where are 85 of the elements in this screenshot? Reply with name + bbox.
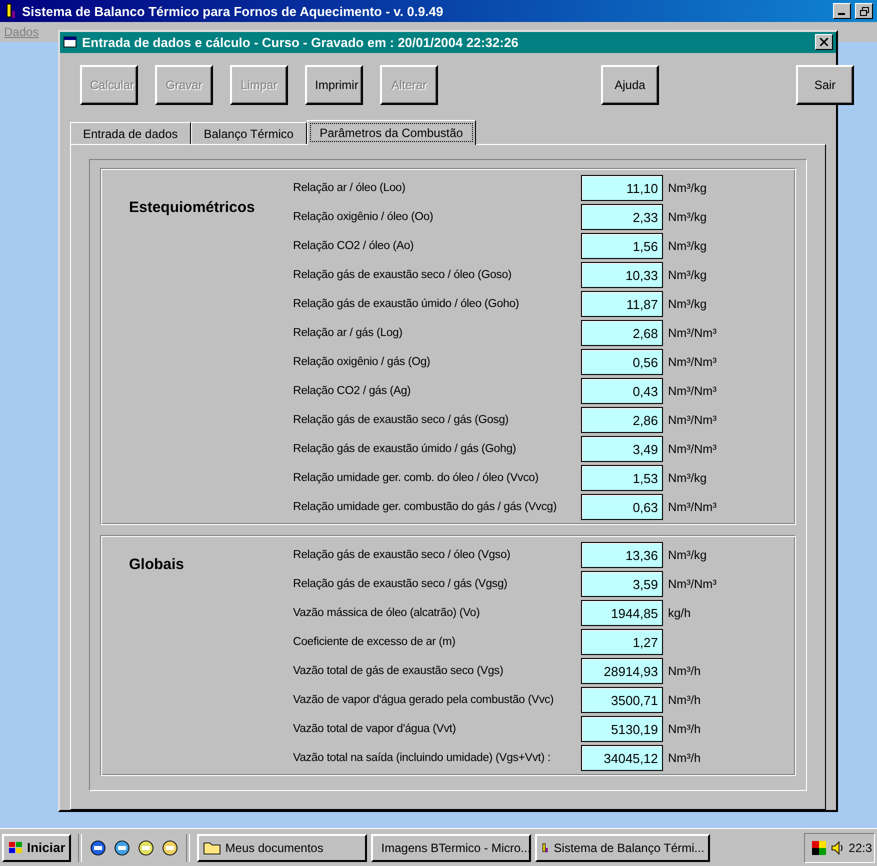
field-label: Vazão total de gás de exaustão seco (Vgs) [293, 665, 504, 677]
minimize-button[interactable] [833, 3, 851, 19]
field-label: Relação gás de exaustão seco / óleo (Vgso) [293, 549, 512, 561]
field-label: Relação oxigênio / gás (Og) [293, 356, 432, 368]
unit-label: Nm³/Nm³ [668, 577, 717, 591]
window-title: Sistema de Balanco Térmico para Fornos de Aquecimento - v. 0.9.49 [22, 4, 444, 18]
speaker-icon[interactable] [830, 840, 845, 854]
field-label: Relação gás de exaustão seco / gás (Vgsg) [293, 578, 508, 590]
value-field[interactable]: 11,87 [581, 291, 663, 317]
value-field[interactable]: 2,33 [581, 204, 663, 230]
toolbar-button[interactable]: Imprimir [305, 65, 363, 106]
tab[interactable]: Entrada de dados [70, 122, 191, 144]
field-label: Relação ar / gás (Log) [293, 327, 404, 339]
value-field[interactable]: 0,56 [581, 349, 663, 375]
value-field[interactable]: 1944,85 [581, 600, 663, 626]
field-label: Vazão mássica de óleo (alcatrão) (Vo) [293, 607, 481, 619]
unit-label: Nm³/kg [668, 239, 707, 253]
unit-label: Nm³/Nm³ [668, 384, 717, 398]
field-label: Relação ar / óleo (Loo) [293, 182, 406, 194]
unit-label: Nm³/h [668, 722, 701, 736]
unit-label: Nm³/Nm³ [668, 413, 717, 427]
field-label: Relação gás de exaustão úmido / óleo (Goho) [293, 298, 520, 310]
field-label: Coeficiente de excesso de ar (m) [293, 636, 456, 648]
unit-label: Nm³/Nm³ [668, 326, 717, 340]
windows-flag-icon [8, 840, 24, 854]
unit-label: Nm³/h [668, 693, 701, 707]
value-field[interactable]: 1,53 [581, 465, 663, 491]
value-field[interactable]: 1,27 [581, 629, 663, 655]
taskbar-button[interactable]: Sistema de Balanço Térmi... [535, 834, 710, 862]
field-label: Relação gás de exaustão seco / óleo (Goso) [293, 269, 513, 281]
field-label: Relação CO2 / óleo (Ao) [293, 240, 415, 252]
taskbar-button[interactable]: Meus documentos [197, 834, 368, 862]
field-label: Relação gás de exaustão seco / gás (Gosg) [293, 414, 510, 426]
value-field[interactable]: 2,86 [581, 407, 663, 433]
section-title: Globais [129, 555, 186, 575]
network-icon [810, 840, 827, 856]
field-label: Relação umidade ger. combustão do gás / gás (Vvcg) [293, 501, 558, 513]
unit-label: Nm³/kg [668, 181, 707, 195]
field-label: Relação oxigênio / óleo (Oo) [293, 211, 434, 223]
section-title: Estequiométricos [129, 198, 256, 218]
field-label: Relação CO2 / gás (Ag) [293, 385, 412, 397]
unit-label: Nm³/Nm³ [668, 355, 717, 369]
value-field[interactable]: 13,36 [581, 542, 663, 568]
restore-button[interactable] [855, 3, 873, 19]
toolbar-button[interactable]: Ajuda [601, 65, 659, 106]
field-label: Relação umidade ger. comb. do óleo / óleo (Vvco) [293, 472, 540, 484]
unit-label: Nm³/kg [668, 210, 707, 224]
value-field[interactable]: 28914,93 [581, 658, 663, 684]
taskbar-button[interactable]: Imagens BTermico - Micro... [371, 834, 532, 862]
value-field[interactable]: 34045,12 [581, 745, 663, 771]
unit-label: Nm³/kg [668, 297, 707, 311]
value-field[interactable]: 1,56 [581, 233, 663, 259]
field-label: Relação gás de exaustão úmido / gás (Gohg) [293, 443, 518, 455]
value-field[interactable]: 0,43 [581, 378, 663, 404]
folder-icon [203, 840, 222, 854]
clock: 22:3 [848, 840, 872, 854]
value-field[interactable]: 10,33 [581, 262, 663, 288]
start-button[interactable]: Iniciar [2, 834, 72, 862]
toolbar-button[interactable]: Sair [796, 65, 854, 106]
unit-label: Nm³/Nm³ [668, 500, 717, 514]
close-button[interactable] [815, 34, 833, 50]
value-field[interactable]: 3,49 [581, 436, 663, 462]
window-icon [63, 36, 77, 48]
restore-icon [860, 6, 868, 16]
value-field[interactable]: 2,68 [581, 320, 663, 346]
unit-label: Nm³/kg [668, 548, 707, 562]
tab[interactable]: Balanço Térmico [190, 122, 307, 144]
dialog-title: Entrada de dados e cálculo - Curso - Gravado em : 20/01/2004 22:32:26 [82, 34, 520, 50]
value-field[interactable]: 0,63 [581, 494, 663, 520]
field-label: Vazão de vapor d'água gerado pela combustão (Vvc) [293, 694, 555, 706]
value-field[interactable]: 3,59 [581, 571, 663, 597]
value-field[interactable]: 11,10 [581, 175, 663, 201]
unit-label: Nm³/h [668, 664, 701, 678]
field-label: Vazão total na saída (incluindo umidade) (Vgs+Vvt) : [293, 752, 552, 764]
value-field[interactable]: 5130,19 [581, 716, 663, 742]
unit-label: Nm³/Nm³ [668, 442, 717, 456]
unit-label: Nm³/kg [668, 471, 707, 485]
field-label: Vazão total de vapor d'água (Vvt) [293, 723, 457, 735]
close-icon [820, 38, 828, 46]
value-field[interactable]: 3500,71 [581, 687, 663, 713]
unit-label: kg/h [668, 606, 691, 620]
unit-label: Nm³/h [668, 751, 701, 765]
tab[interactable]: Parâmetros da Combustão [306, 120, 476, 145]
unit-label: Nm³/kg [668, 268, 707, 282]
app-icon [4, 3, 18, 19]
